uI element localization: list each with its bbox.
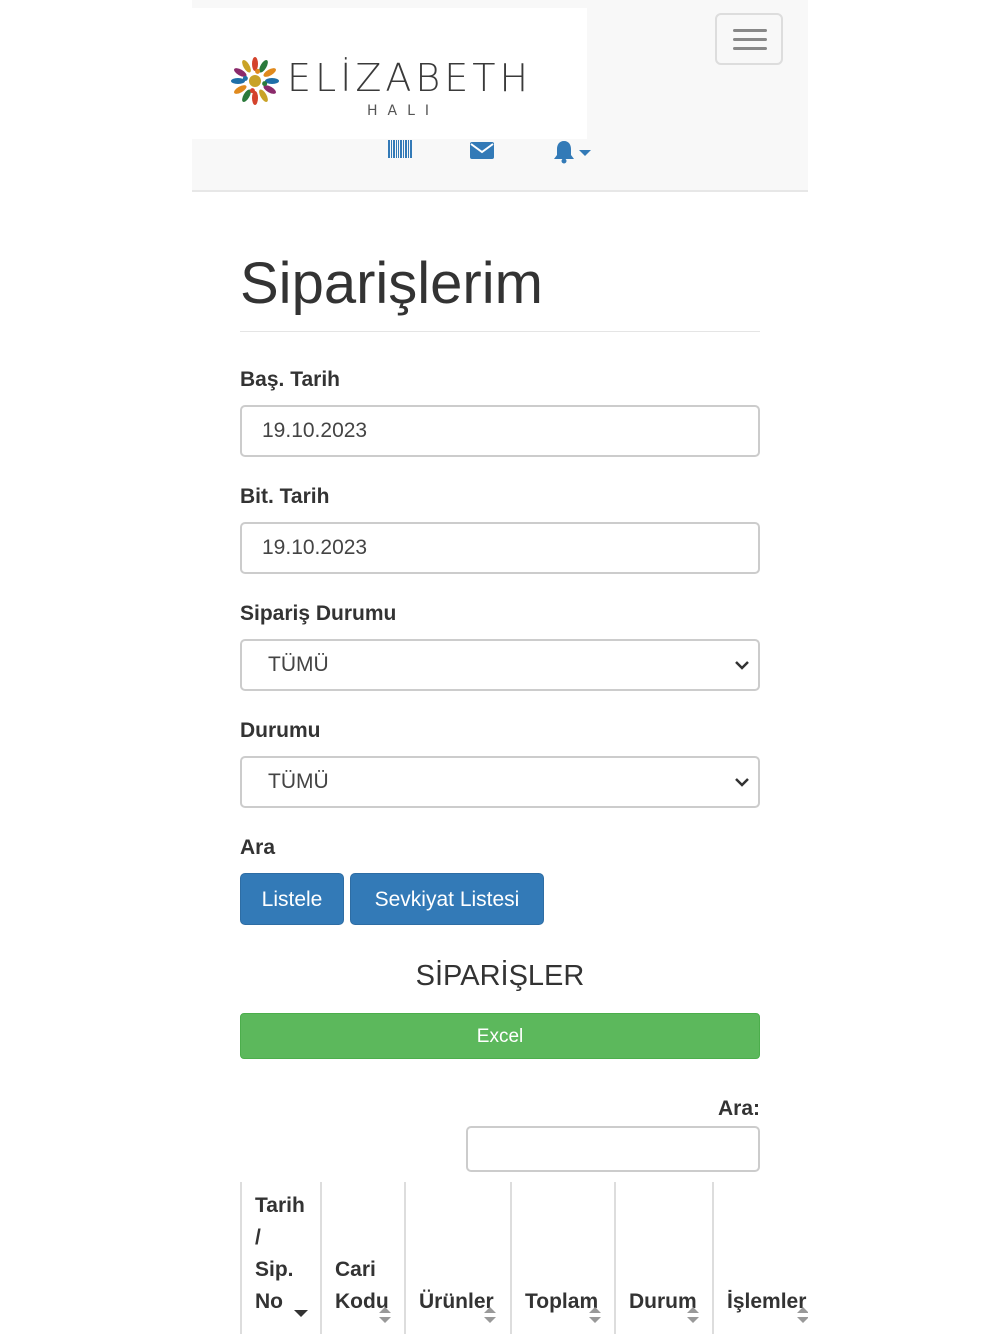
bell-icon[interactable] <box>552 140 594 164</box>
sort-icon <box>687 1307 699 1323</box>
column-header-account-code[interactable]: Cari Kodu <box>320 1182 404 1334</box>
table-search-input[interactable] <box>466 1126 760 1172</box>
envelope-icon[interactable] <box>470 142 494 159</box>
column-header-date-order-no[interactable]: Tarih / Sip. No <box>240 1182 320 1334</box>
status-label: Durumu <box>240 719 321 742</box>
list-button[interactable]: Listele <box>240 873 344 925</box>
start-date-field[interactable]: 19.10.2023 <box>240 405 760 457</box>
barcode-icon[interactable] <box>388 140 412 158</box>
status-select[interactable]: TÜMÜ <box>240 756 760 808</box>
sort-desc-icon <box>294 1310 308 1317</box>
chevron-down-icon <box>735 661 749 670</box>
brand-tagline: HALI <box>367 103 440 119</box>
table-search-label: Ara: <box>717 1097 760 1120</box>
column-header-total[interactable]: Toplam <box>510 1182 614 1334</box>
shipment-list-button[interactable]: Sevkiyat Listesi <box>350 873 544 925</box>
menu-icon <box>733 29 767 32</box>
search-section-label: Ara <box>240 836 276 859</box>
order-status-value: TÜMÜ <box>268 653 329 676</box>
excel-export-button[interactable]: Excel <box>240 1013 760 1059</box>
order-status-label: Sipariş Durumu <box>240 602 397 625</box>
sort-icon <box>589 1307 601 1323</box>
flower-logo-icon <box>231 57 279 105</box>
brand-logo[interactable]: ELİZABETH HALI <box>192 8 587 139</box>
sort-icon <box>797 1307 808 1323</box>
column-header-actions[interactable]: İşlemler <box>712 1182 808 1334</box>
status-value: TÜMÜ <box>268 770 329 793</box>
brand-name: ELİZABETH <box>287 56 533 100</box>
column-header-products[interactable]: Ürünler <box>404 1182 510 1334</box>
menu-toggle-button[interactable] <box>715 13 783 65</box>
start-date-label: Baş. Tarih <box>240 368 340 391</box>
orders-title: SİPARİŞLER <box>415 960 585 992</box>
end-date-label: Bit. Tarih <box>240 485 330 508</box>
end-date-field[interactable]: 19.10.2023 <box>240 522 760 574</box>
app-frame: ELİZABETH HALI Siparişlerim Baş. Tarih 1… <box>192 0 808 1334</box>
caret-down-icon <box>579 150 591 156</box>
nav-icon-bar <box>192 138 808 168</box>
divider <box>240 331 760 332</box>
sort-icon <box>484 1307 496 1323</box>
sort-icon <box>379 1307 391 1323</box>
page-title: Siparişlerim <box>240 251 543 316</box>
chevron-down-icon <box>735 778 749 787</box>
column-header-status[interactable]: Durum <box>614 1182 712 1334</box>
navbar: ELİZABETH HALI <box>192 0 808 192</box>
order-status-select[interactable]: TÜMÜ <box>240 639 760 691</box>
